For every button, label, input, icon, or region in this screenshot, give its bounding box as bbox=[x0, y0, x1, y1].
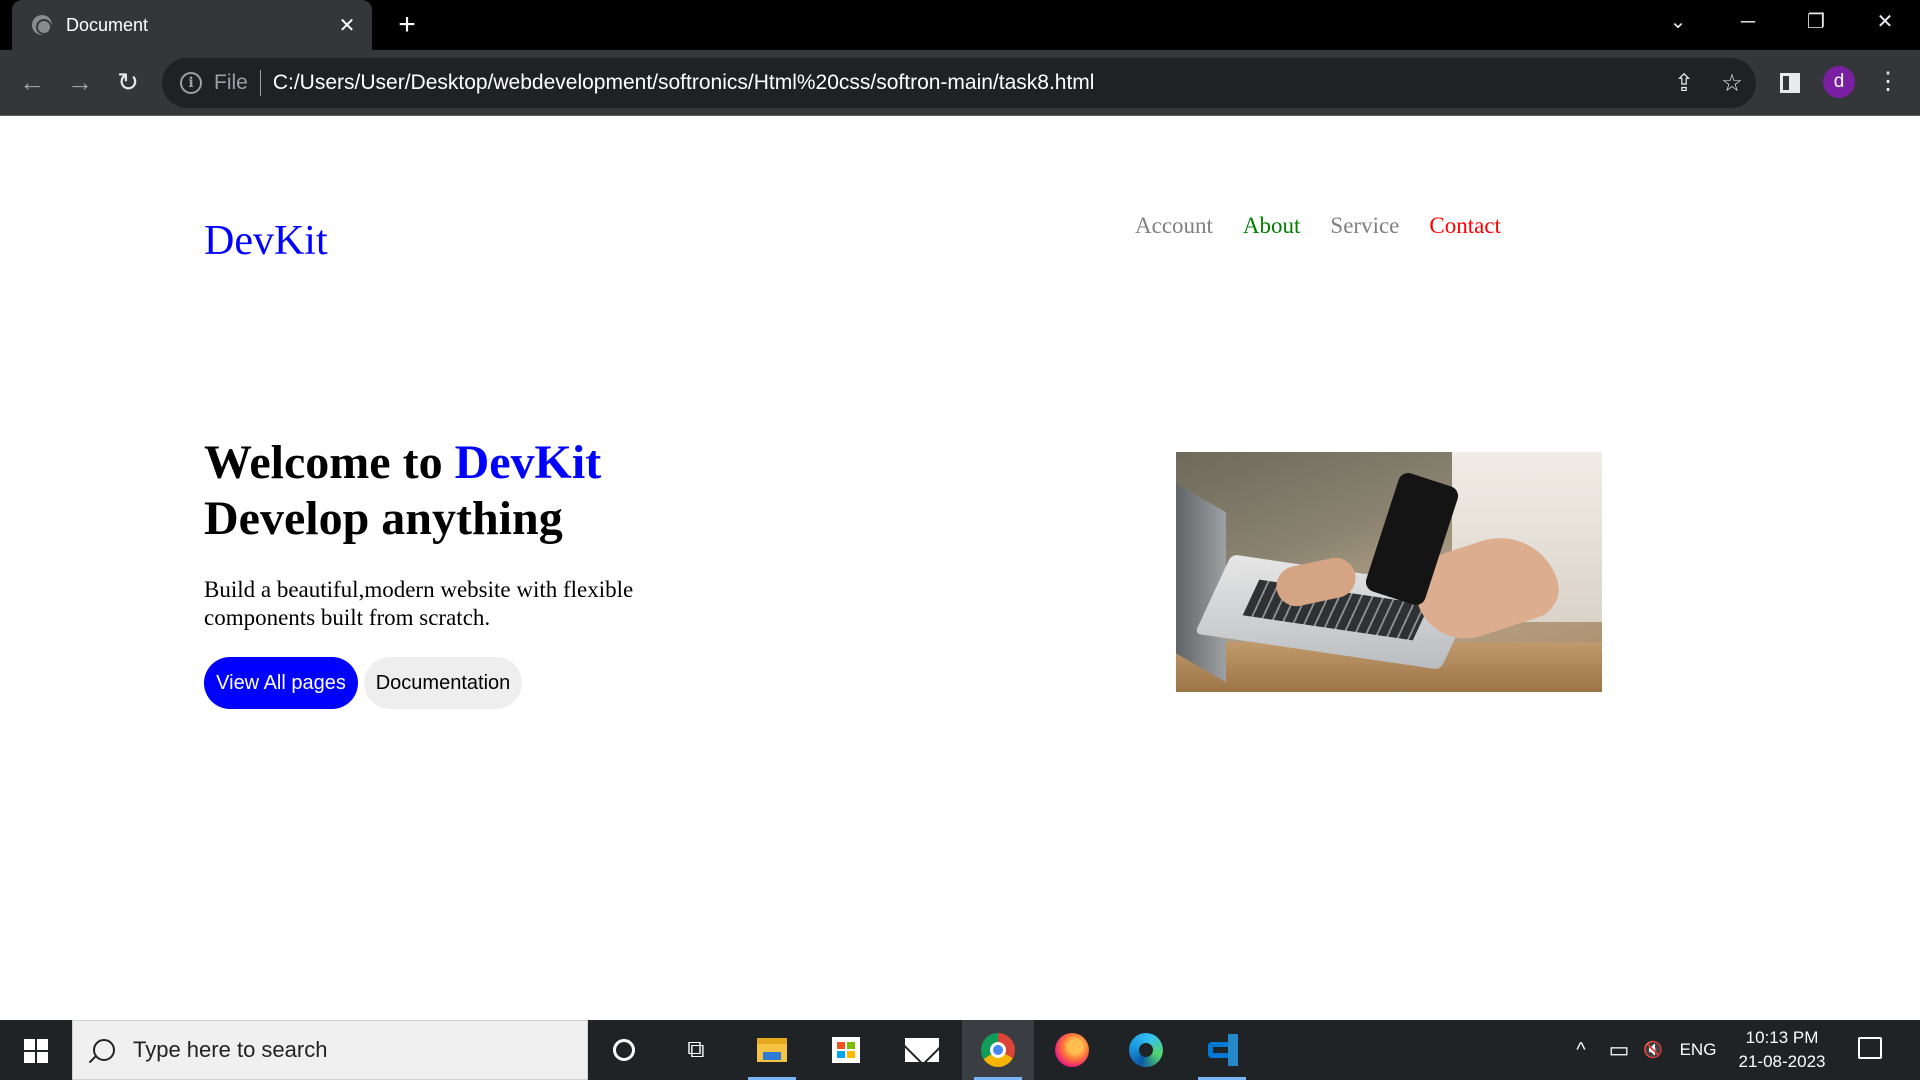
new-tab-button[interactable]: + bbox=[390, 8, 424, 42]
windows-logo-pane bbox=[37, 1039, 48, 1050]
site-logo[interactable]: DevKit bbox=[204, 217, 328, 265]
edge-icon bbox=[1129, 1033, 1163, 1067]
battery-icon[interactable]: ▭ bbox=[1602, 1020, 1636, 1080]
windows-logo-pane bbox=[24, 1052, 35, 1063]
task-view-icon: ⧉ bbox=[687, 1036, 705, 1063]
windows-taskbar: Type here to search ⧉ ^ ▭ 🔇 ENG 10:13 PM… bbox=[0, 1020, 1920, 1080]
hero-heading-prefix: Welcome to bbox=[204, 436, 455, 489]
firefox-button[interactable] bbox=[1036, 1020, 1108, 1080]
forward-button[interactable]: → bbox=[60, 62, 100, 102]
file-explorer-icon bbox=[757, 1038, 787, 1062]
back-button[interactable]: ← bbox=[12, 62, 52, 102]
hero-description: Build a beautiful,modern website with fl… bbox=[204, 577, 634, 630]
hero-image bbox=[1176, 452, 1602, 692]
start-button[interactable] bbox=[0, 1020, 72, 1080]
site-info-icon[interactable]: i bbox=[180, 72, 202, 94]
address-bar[interactable]: i File C:/Users/User/Desktop/webdevelopm… bbox=[162, 58, 1756, 108]
address-divider bbox=[259, 70, 261, 96]
side-panel-icon[interactable] bbox=[1780, 73, 1800, 93]
nav-item-account[interactable]: Account bbox=[1135, 213, 1213, 239]
chrome-button[interactable] bbox=[962, 1020, 1034, 1080]
language-indicator[interactable]: ENG bbox=[1672, 1020, 1724, 1080]
edge-button[interactable] bbox=[1110, 1020, 1182, 1080]
url-scheme-label: File bbox=[214, 71, 248, 94]
share-icon[interactable]: ⇪ bbox=[1660, 69, 1708, 98]
tray-chevron-icon[interactable]: ^ bbox=[1564, 1020, 1598, 1080]
globe-icon bbox=[32, 15, 52, 35]
url-text[interactable]: C:/Users/User/Desktop/webdevelopment/sof… bbox=[273, 71, 1660, 95]
tab-search-icon[interactable]: ⌄ bbox=[1648, 0, 1708, 44]
firefox-icon bbox=[1055, 1033, 1089, 1067]
mail-button[interactable] bbox=[886, 1020, 958, 1080]
reload-button[interactable]: ↻ bbox=[108, 62, 148, 102]
taskbar-search-box[interactable]: Type here to search bbox=[72, 1020, 588, 1080]
vscode-icon bbox=[1206, 1034, 1238, 1066]
tab-close-icon[interactable]: ✕ bbox=[330, 13, 364, 38]
tab-title: Document bbox=[66, 14, 149, 35]
nav-item-about[interactable]: About bbox=[1243, 213, 1301, 239]
window-close-button[interactable]: ✕ bbox=[1855, 0, 1915, 44]
hero-heading: Welcome to DevKit Develop anything bbox=[204, 435, 601, 547]
browser-tabstrip: Document ✕ + ⌄ ─ ❐ ✕ bbox=[0, 0, 1920, 50]
web-page: DevKit Account About Service Contact Wel… bbox=[0, 117, 1920, 1020]
hero-heading-brand: DevKit bbox=[454, 436, 602, 489]
documentation-button[interactable]: Documentation bbox=[364, 657, 522, 709]
windows-logo-icon bbox=[24, 1039, 35, 1050]
nav-item-service[interactable]: Service bbox=[1330, 213, 1399, 239]
browser-menu-icon[interactable]: ⋮ bbox=[1868, 62, 1908, 102]
hero-image-laptop-screen bbox=[1176, 471, 1226, 683]
minimize-button[interactable]: ─ bbox=[1718, 0, 1778, 44]
mail-icon bbox=[905, 1038, 939, 1062]
volume-muted-icon[interactable]: 🔇 bbox=[1636, 1020, 1670, 1080]
search-icon bbox=[93, 1039, 115, 1061]
nav-item-contact[interactable]: Contact bbox=[1429, 213, 1501, 239]
taskbar-clock[interactable]: 10:13 PM 21-08-2023 bbox=[1730, 1026, 1834, 1074]
view-all-pages-button[interactable]: View All pages bbox=[204, 657, 358, 709]
profile-avatar[interactable]: d bbox=[1823, 66, 1855, 98]
clock-date: 21-08-2023 bbox=[1738, 1052, 1826, 1071]
cortana-button[interactable] bbox=[588, 1020, 660, 1080]
browser-toolbar: ← → ↻ i File C:/Users/User/Desktop/webde… bbox=[0, 50, 1920, 116]
windows-logo-pane bbox=[37, 1052, 48, 1063]
store-icon bbox=[832, 1037, 860, 1063]
restore-button[interactable]: ❐ bbox=[1786, 0, 1846, 44]
site-nav: Account About Service Contact bbox=[1135, 213, 1501, 239]
cortana-icon bbox=[613, 1039, 635, 1061]
file-explorer-button[interactable] bbox=[736, 1020, 808, 1080]
notifications-icon[interactable] bbox=[1858, 1037, 1882, 1059]
clock-time: 10:13 PM bbox=[1745, 1028, 1819, 1047]
search-placeholder: Type here to search bbox=[133, 1037, 328, 1062]
hero-heading-line2: Develop anything bbox=[204, 492, 563, 545]
vscode-button[interactable] bbox=[1186, 1020, 1258, 1080]
browser-tab[interactable]: Document ✕ bbox=[12, 0, 372, 50]
store-button[interactable] bbox=[810, 1020, 882, 1080]
chrome-icon bbox=[981, 1033, 1015, 1067]
bookmark-star-icon[interactable]: ☆ bbox=[1708, 69, 1756, 98]
task-view-button[interactable]: ⧉ bbox=[660, 1020, 732, 1080]
